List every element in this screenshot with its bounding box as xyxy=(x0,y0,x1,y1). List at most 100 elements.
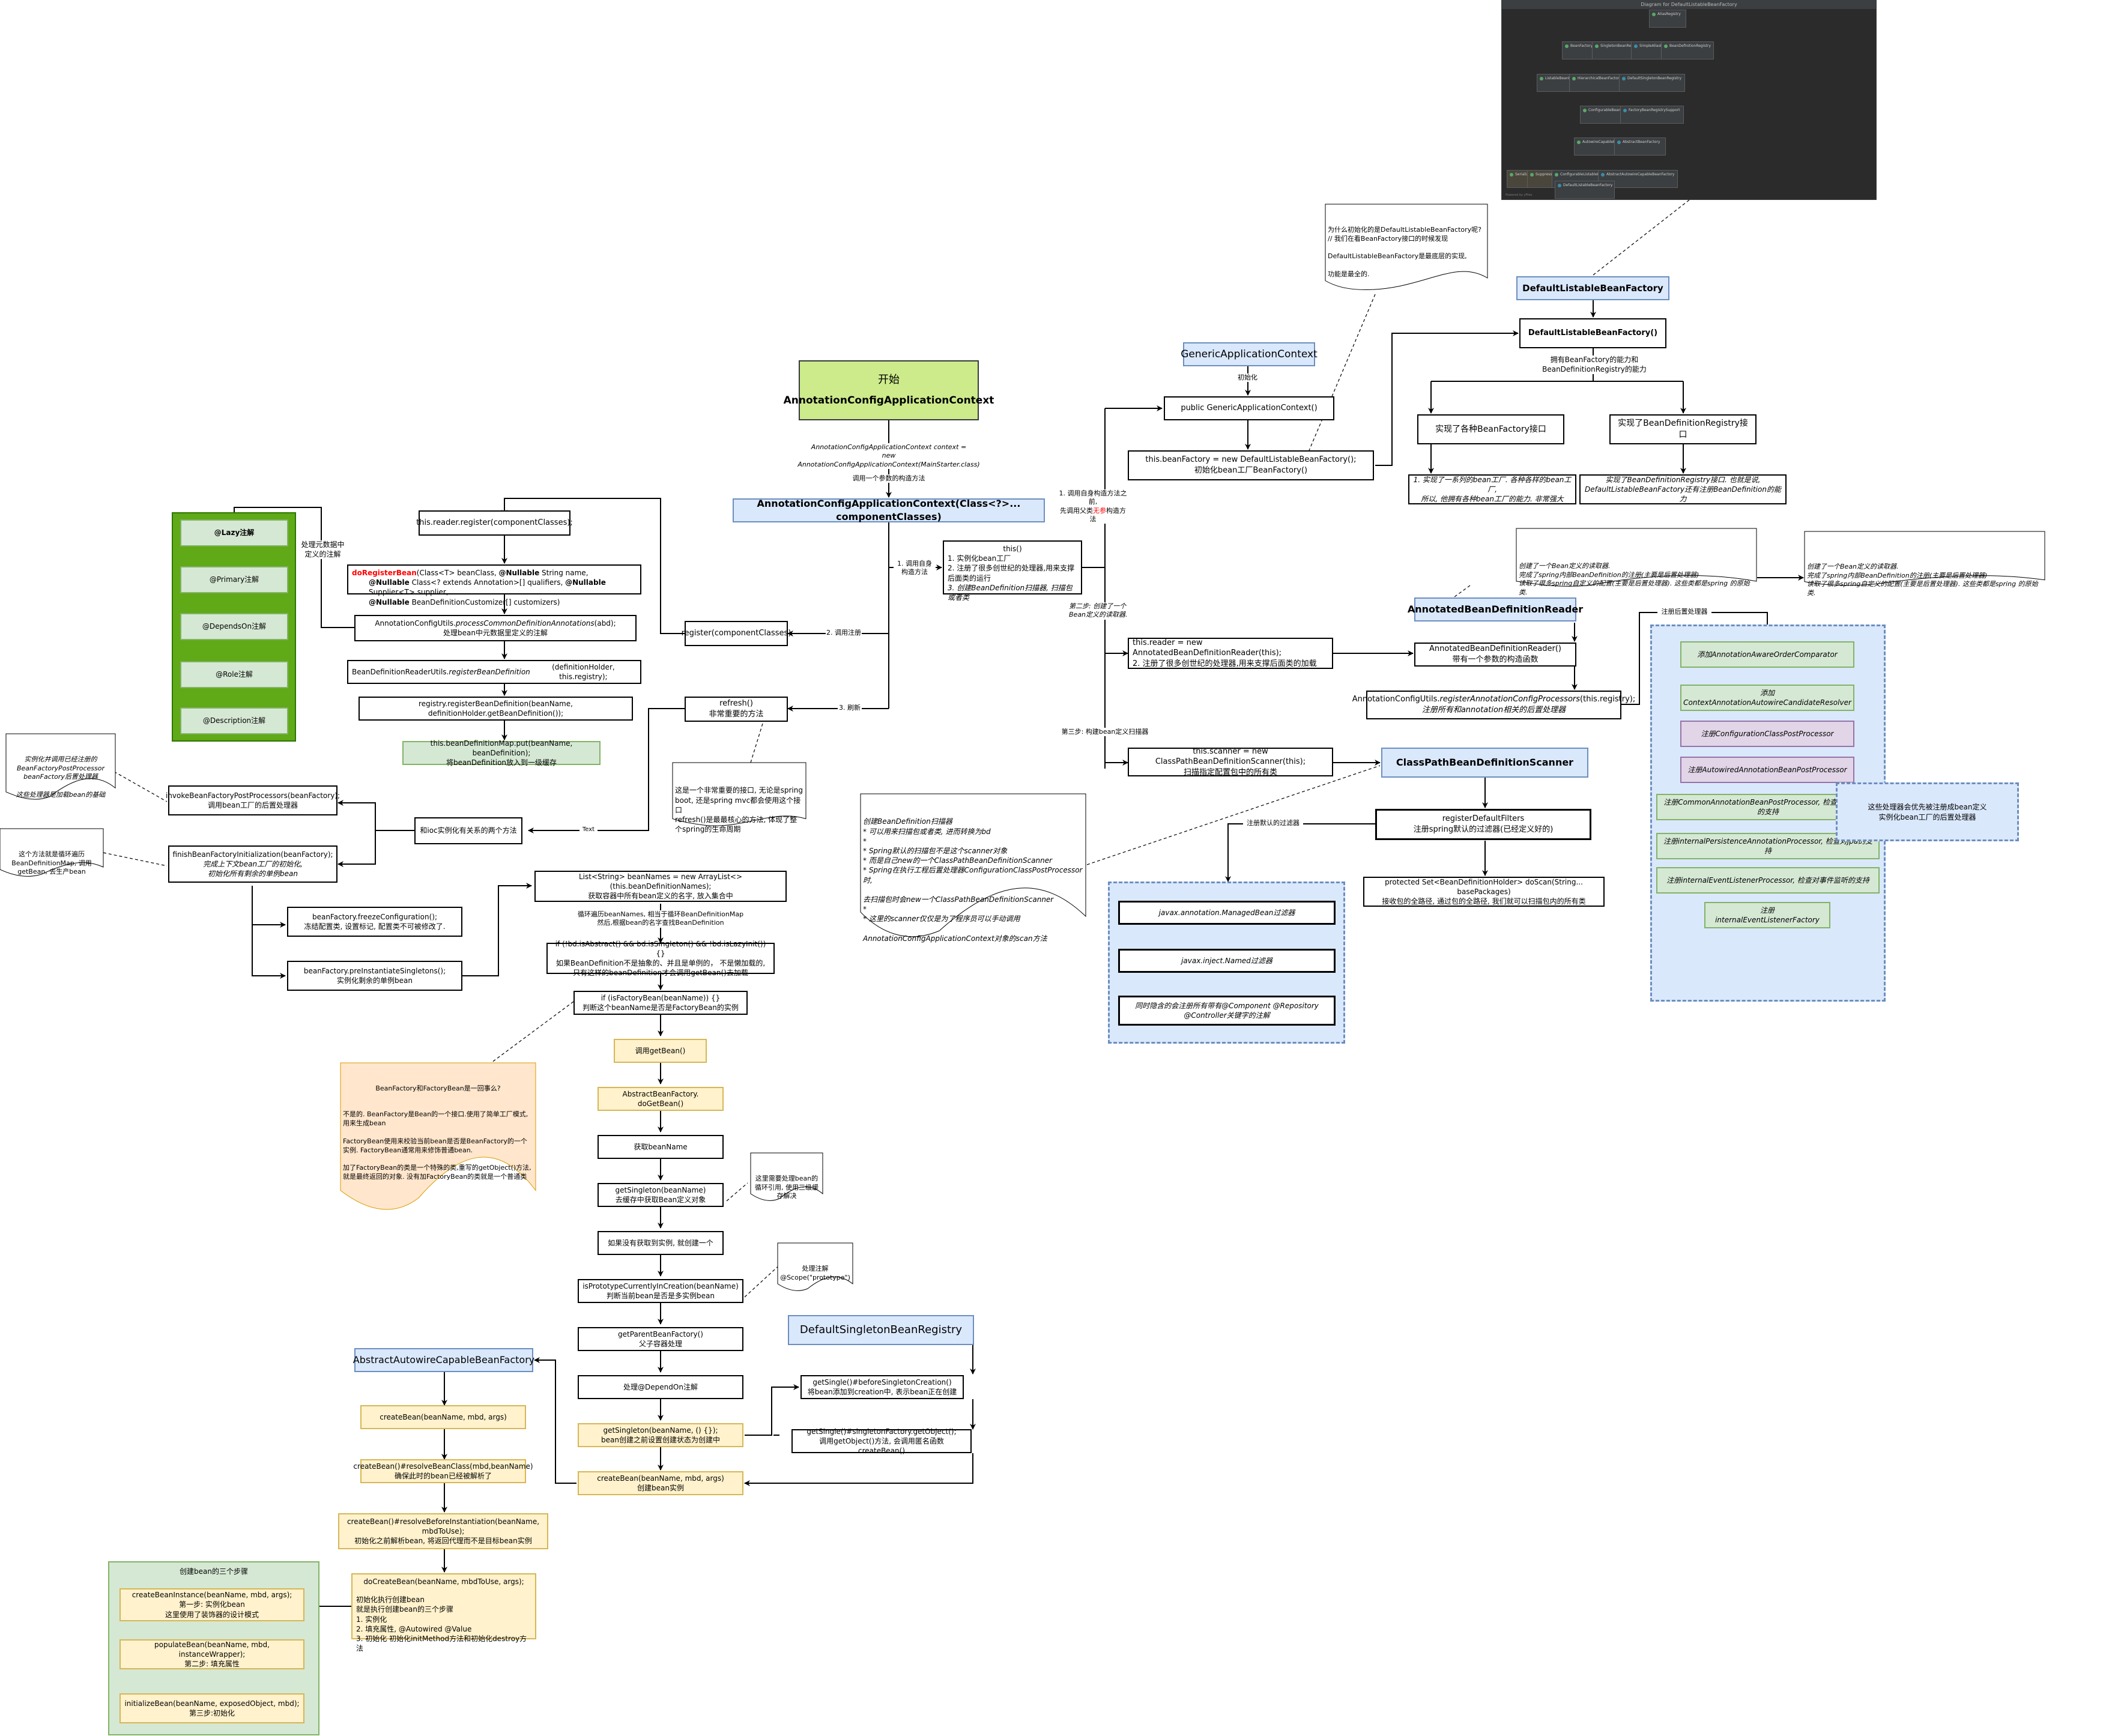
bean-names-node[interactable]: List<String> beanNames = new ArrayList<>… xyxy=(534,871,787,902)
step-item[interactable]: initializeBean(beanName, exposedObject, … xyxy=(120,1693,304,1723)
filter-item[interactable]: 同时隐含的会注册所有带有@Component @Repository @Cont… xyxy=(1118,996,1336,1026)
is-prototype-node[interactable]: isPrototypeCurrentlyInCreation(beanName)… xyxy=(578,1279,743,1303)
do-create-bean-node[interactable]: doCreateBean(beanName, mbdToUse, args); … xyxy=(351,1573,536,1653)
dlbf-title-node[interactable]: DefaultListableBeanFactory xyxy=(1516,276,1669,300)
bdmap-put-node[interactable]: this.beanDefinitionMap.put(beanName, bea… xyxy=(402,739,601,767)
depend-on-node[interactable]: 处理@DependOn注解 xyxy=(578,1375,743,1399)
impl-bf-node[interactable]: 实现了各种BeanFactory接口 xyxy=(1417,414,1564,444)
invoke-bfpp-node[interactable]: invokeBeanFactoryPostProcessors(beanFact… xyxy=(166,785,340,815)
step-item[interactable]: createBeanInstance(beanName, mbd, args);… xyxy=(120,1588,304,1621)
why-note-text: 为什么初始化的是DefaultListableBeanFactory呢? // … xyxy=(1328,225,1482,278)
this-line: 2. 注册了很多创世纪的处理器,用来支撑后面类的运行 xyxy=(948,564,1075,582)
generic-ctor-node[interactable]: public GenericApplicationContext() xyxy=(1164,396,1334,420)
get-object-node[interactable]: getSingle()#singletonFactory.getObject()… xyxy=(791,1427,972,1455)
processor-item[interactable]: 添加AnnotationAwareOrderComparator xyxy=(1680,641,1854,668)
annotation-item[interactable]: @Primary注解 xyxy=(180,566,288,593)
abdr-ctor-node[interactable]: AnnotatedBeanDefinitionReader() 带有一个参数的构… xyxy=(1414,643,1576,667)
processor-item[interactable]: 注册AutowiredAnnotationBeanPostProcessor xyxy=(1680,757,1854,783)
do-register-bean-node[interactable]: doRegisterBean(Class<T> beanClass, @Null… xyxy=(347,564,641,606)
start-edge-label: AnnotationConfigApplicationContext conte… xyxy=(796,443,982,469)
refresh-note-text: 这是一个非常重要的接口, 无论是spring boot, 还是spring mv… xyxy=(675,786,803,834)
filter-item[interactable]: javax.annotation.ManagedBean过滤器 xyxy=(1118,901,1336,925)
freeze-node[interactable]: beanFactory.freezeConfiguration(); 冻结配置类… xyxy=(287,907,462,937)
register-pp-label: 注册后置处理器 xyxy=(1657,608,1711,617)
this-node[interactable]: this() 1. 实例化bean工厂 2. 注册了很多创世纪的处理器,用来支撑… xyxy=(943,540,1082,602)
ioc-methods-node[interactable]: 和ioc实例化有关系的两个方法 xyxy=(414,817,522,844)
reader-note: 创建了一个Bean定义的读取器. 完成了spring内部BeanDefiniti… xyxy=(1516,528,1757,596)
dlbf-edge-label: 拥有BeanFactory的能力和 BeanDefinitionRegistry… xyxy=(1534,355,1654,375)
processor-item[interactable]: 添加ContextAnnotationAutowireCandidateReso… xyxy=(1680,685,1854,711)
finish-init-desc: 完成上下文bean工厂的初始化, 初始化所有剩余的单例bean xyxy=(203,859,303,879)
before-creation-node[interactable]: getSingle()#beforeSingletonCreation() 将b… xyxy=(800,1375,964,1399)
dlbf-ctor-node[interactable]: DefaultListableBeanFactory() xyxy=(1519,318,1666,348)
acu-register-node[interactable]: AnnotationConfigUtils.registerAnnotation… xyxy=(1352,691,1635,719)
dashed-link xyxy=(1593,199,1690,276)
processor-item[interactable]: 注册internalEventListenerFactory xyxy=(1704,902,1830,928)
ide-class: HierarchicalBeanFactory xyxy=(1569,74,1626,92)
do-create-bean-title: doCreateBean(beanName, mbdToUse, args); xyxy=(363,1577,524,1586)
step-item[interactable]: populateBean(beanName, mbd, instanceWrap… xyxy=(120,1639,304,1669)
finish-init-node[interactable]: finishBeanFactoryInitialization(beanFact… xyxy=(168,845,337,883)
get-singleton2-node[interactable]: getSingleton(beanName, () {}); bean创建之前设… xyxy=(578,1423,743,1447)
ide-diagram-footer: Powered by yFiles xyxy=(1505,193,1533,197)
this-line: 1. 实例化bean工厂 xyxy=(948,554,1011,563)
ide-diagram-title: Diagram for DefaultListableBeanFactory xyxy=(1502,1,1876,9)
ioc-edge-label: Text xyxy=(579,826,598,833)
impl-bdr-desc[interactable]: 实现了BeanDefinitionRegistry接口. 也就是说, Defau… xyxy=(1579,474,1787,504)
annotation-item[interactable]: @DependsOn注解 xyxy=(180,613,288,640)
parent-factory-node[interactable]: getParentBeanFactory() 父子容器处理 xyxy=(578,1327,743,1351)
register-node[interactable]: register(componentClasses) xyxy=(682,621,791,646)
process-edge-label: 处理元数据中 定义的注解 xyxy=(300,540,345,560)
finish-note: 这个方法就是循环遍历 BeanDefinitionMap, 调用 getBean… xyxy=(0,829,103,877)
loop-edge-label: 循环遍历beanNames, 相当于循环BeanDefinitionMap 然后… xyxy=(564,910,757,928)
processor-item[interactable]: 注册internalEventListenerProcessor, 检查对事件监… xyxy=(1656,867,1880,894)
create-if-none-node[interactable]: 如果没有获取到实例, 就创建一个 xyxy=(598,1231,724,1255)
do-get-bean-node[interactable]: AbstractBeanFactory. doGetBean() xyxy=(598,1087,724,1111)
filter-item[interactable]: javax.inject.Named过滤器 xyxy=(1118,949,1336,973)
start-node[interactable]: 开始 AnnotationConfigApplicationContext xyxy=(784,360,994,420)
cpbds-title-node[interactable]: ClassPathBeanDefinitionScanner xyxy=(1381,748,1588,778)
do-scan-node[interactable]: protected Set<BeanDefinitionHolder> doSc… xyxy=(1363,877,1605,907)
dsbr-title-node[interactable]: DefaultSingletonBeanRegistry xyxy=(788,1315,974,1345)
impl-bdr-node[interactable]: 实现了BeanDefinitionRegistry接口 xyxy=(1609,414,1757,444)
filters-edge-label: 注册默认的过滤器 xyxy=(1243,819,1303,828)
edge-label-register: 2. 调用注册 xyxy=(826,629,862,638)
register-filters-node[interactable]: registerDefaultFilters 注册spring默认的过滤器(已经… xyxy=(1375,809,1591,840)
call-get-bean-node[interactable]: 调用getBean() xyxy=(614,1039,707,1063)
resolve-class-node[interactable]: createBean()#resolveBeanClass(mbd,beanNa… xyxy=(353,1459,533,1483)
step3-label: 第三步: 构建bean定义扫描器 xyxy=(1057,728,1153,737)
finish-init-line: finishBeanFactoryInitialization(beanFact… xyxy=(172,850,333,859)
bean-factory-init-node[interactable]: this.beanFactory = new DefaultListableBe… xyxy=(1128,450,1374,480)
if-abstract-node[interactable]: if (!bd.isAbstract() && bd.isSingleton()… xyxy=(546,940,775,977)
this-title: this() xyxy=(1003,545,1022,553)
acu-register-desc: 注册所有和annotation相关的后置处理器 xyxy=(1421,706,1566,715)
scanner-node[interactable]: this.scanner = new ClassPathBeanDefiniti… xyxy=(1128,747,1333,777)
create-bean-node[interactable]: createBean(beanName, mbd, args) xyxy=(360,1405,526,1429)
singleton-note-text: 这里需要处理bean的 循环引用, 使用三级缓 存解决 xyxy=(755,1174,819,1200)
registry-register-node[interactable]: registry.registerBeanDefinition(beanName… xyxy=(359,697,633,721)
annotation-item[interactable]: @Lazy注解 xyxy=(180,519,288,546)
annotation-item[interactable]: @Description注解 xyxy=(180,707,288,734)
get-bean-name-node[interactable]: 获取beanName xyxy=(598,1135,724,1159)
pre-inst-node[interactable]: beanFactory.preInstantiateSingletons(); … xyxy=(287,961,462,991)
reader-register-node[interactable]: this.reader.register(componentClasses); xyxy=(416,510,573,536)
resolve-before-node[interactable]: createBean()#resolveBeforeInstantiation(… xyxy=(338,1513,548,1549)
if-factory-node[interactable]: if (isFactoryBean(beanName)) {} 判断这个bean… xyxy=(573,991,748,1015)
edge-label-self-ctor: 1. 调用自身 构造方法 xyxy=(894,560,936,577)
generic-context-node[interactable]: GenericApplicationContext xyxy=(1181,342,1318,366)
ctor-node[interactable]: AnnotationConfigApplicationContext(Class… xyxy=(733,498,1045,522)
processor-item[interactable]: 注册ConfigurationClassPostProcessor xyxy=(1680,721,1854,747)
ide-class: BeanDefinitionRegistry xyxy=(1661,41,1714,59)
start-title: 开始 xyxy=(878,374,900,387)
get-singleton-node[interactable]: getSingleton(beanName) 去缓存中获取Bean定义对象 xyxy=(598,1183,724,1207)
impl-bf-desc[interactable]: 1. 实现了一系列的bean工厂. 各种各样的bean工厂, 所以, 他拥有各种… xyxy=(1408,474,1576,504)
process-common-node[interactable]: AnnotationConfigUtils.processCommonDefin… xyxy=(354,615,637,641)
annotation-item[interactable]: @Role注解 xyxy=(180,661,288,688)
process-common-desc: 处理bean中元数据里定义的注解 xyxy=(443,629,548,637)
aacbf-title-node[interactable]: AbstractAutowireCapableBeanFactory xyxy=(353,1348,534,1372)
reader-node[interactable]: this.reader = new AnnotatedBeanDefinitio… xyxy=(1128,638,1333,669)
refresh-node[interactable]: refresh() 非常重要的方法 xyxy=(685,697,788,722)
create-bean-main-node[interactable]: createBean(beanName, mbd, args) 创建bean实例 xyxy=(578,1471,743,1495)
bdru-register-node[interactable]: BeanDefinitionReaderUtils. registerBeanDe… xyxy=(347,660,641,684)
start-subtitle: AnnotationConfigApplicationContext xyxy=(783,394,994,407)
